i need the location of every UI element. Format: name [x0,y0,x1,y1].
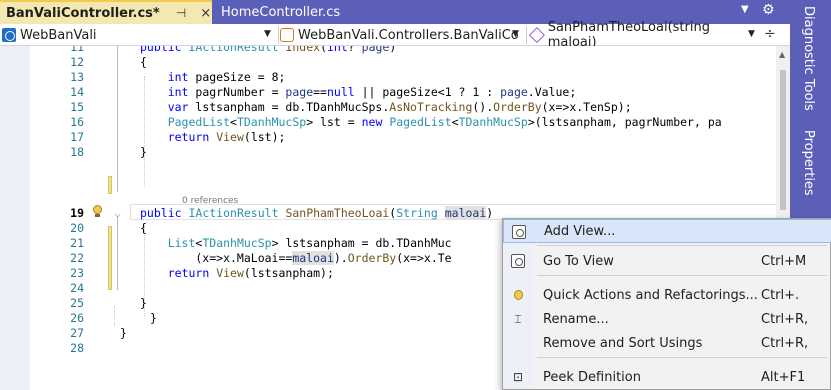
menu-item-peek-definition[interactable]: ⊡ Peek Definition Alt+F1 [503,365,831,389]
code-text: { [140,55,147,69]
code-line: 18 } [0,145,790,160]
menu-item-label: Add View... [544,223,616,239]
chevron-down-icon[interactable]: ▼ [512,29,519,39]
code-line: 13 int pageSize = 8; [0,70,790,85]
line-number: 23 [70,266,84,280]
tab-banvali-controller[interactable]: BanValiController.cs* ⊣ × [0,0,212,24]
code-text: } [140,296,147,310]
code-text: return View(lst); [167,130,286,144]
line-number: 11 [70,46,84,54]
code-text: { [140,221,147,235]
line-number: 22 [70,251,84,265]
scrollbar-thumb[interactable] [780,70,786,210]
line-number: 20 [70,221,84,235]
code-text: int pageSize = 8; [167,70,286,84]
change-indicator [108,176,112,194]
method-icon [529,27,545,43]
add-view-icon [511,224,527,240]
line-number: 27 [70,326,84,340]
code-text: List<TDanhMucSp> lstsanpham = db.TDanhMu… [167,236,452,250]
tab-diagnostic-tools[interactable]: Diagnostic Tools [801,6,816,111]
pin-icon[interactable]: ⊣ [176,6,186,20]
line-number: 13 [70,70,84,84]
code-text: (x=>x.MaLoai==maloai).OrderBy(x=>x.Te [140,251,452,265]
code-line: 16 PagedList<TDanhMucSp> lst = new Paged… [0,115,790,130]
line-number: 17 [70,130,84,144]
tab-title: HomeController.cs [221,4,341,20]
line-number: 15 [70,100,84,114]
split-window-icon[interactable]: ÷ [764,26,776,42]
menu-item-shortcut: Ctrl+R, [761,335,809,351]
view-icon [510,253,526,269]
code-line: 17 return View(lst); [0,130,790,145]
code-line: 14 int pagrNumber = page==null || pageSi… [0,85,790,100]
line-number: 25 [70,296,84,310]
menu-item-label: Quick Actions and Refactorings... [543,287,758,303]
code-text: public IActionResult SanPhamTheoLoai(Str… [140,206,494,220]
menu-item-shortcut: Alt+F1 [761,369,806,385]
menu-item-label: Rename... [543,311,609,327]
divider [526,26,527,44]
code-line: 12 { [0,55,790,70]
scroll-up-icon[interactable]: ▲ [779,50,785,59]
menu-separator [537,357,827,358]
menu-item-quick-actions[interactable]: Quick Actions and Refactorings... Ctrl+. [503,283,831,307]
menu-item-add-view[interactable]: Add View... [503,219,831,243]
line-number: 18 [70,145,84,159]
member-dropdown[interactable]: SanPhamTheoLoai(string maloai) ▼ [529,20,758,50]
code-text: return View(lstsanpham); [167,266,334,280]
menu-item-go-to-view[interactable]: Go To View Ctrl+M [503,249,831,273]
class-scope-name: WebBanVali.Controllers.BanValiCo [298,27,519,43]
divider [278,26,279,44]
code-line: 11 public IActionResult Index(int? page) [0,46,790,55]
menu-item-label: Peek Definition [543,369,641,385]
tab-properties[interactable]: Properties [801,130,816,196]
lightbulb-icon [510,287,526,303]
code-text: } [140,145,147,159]
line-number: 24 [70,281,84,295]
tab-title: BanValiController.cs* [6,5,160,21]
csharp-project-icon [2,28,16,42]
peek-icon: ⊡ [512,370,524,384]
menu-item-shortcut: Ctrl+. [761,287,800,303]
tab-list-dropdown-icon[interactable]: ▼ [741,4,749,15]
code-text: public IActionResult Index(int? page) [140,46,397,54]
line-number: 21 [70,236,84,250]
chevron-down-icon[interactable]: ▼ [264,29,271,39]
code-line: 15 var lstsanpham = db.TDanhMucSps.AsNoT… [0,100,790,115]
code-text: } [150,311,157,325]
line-number: 26 [70,311,84,325]
menu-item-label: Go To View [543,253,614,269]
class-icon [280,28,294,42]
close-icon[interactable]: × [200,6,211,21]
navigation-bar: WebBanVali ▼ WebBanVali.Controllers.BanV… [0,20,790,50]
project-name: WebBanVali [20,27,97,43]
menu-item-remove-sort-usings[interactable]: Remove and Sort Usings Ctrl+R, [503,331,831,355]
code-text: } [120,326,127,340]
gear-icon[interactable]: ⚙ [762,2,775,18]
menu-item-rename[interactable]: ⌶ Rename... Ctrl+R, [503,307,831,331]
menu-separator [537,275,827,276]
line-number: 12 [70,55,84,69]
menu-item-shortcut: Ctrl+M [761,253,807,269]
line-number: 14 [70,85,84,99]
chevron-down-icon[interactable]: ▼ [748,29,755,39]
code-text: var lstsanpham = db.TDanhMucSps.AsNoTrac… [167,100,632,114]
rename-icon: ⌶ [514,311,522,326]
line-number: 16 [70,115,84,129]
menu-item-shortcut: Ctrl+R, [761,311,809,327]
context-menu: Add View... Go To View Ctrl+M Quick Acti… [502,218,831,390]
menu-separator [537,245,827,246]
line-number: 28 [70,341,84,355]
class-dropdown[interactable]: WebBanVali.Controllers.BanValiCo ▼ [280,25,522,45]
code-text: int pagrNumber = page==null || pageSize<… [167,85,577,99]
project-dropdown[interactable]: WebBanVali ▼ [2,25,276,45]
line-number: 19 [70,206,84,220]
menu-item-label: Remove and Sort Usings [543,335,703,351]
code-text: PagedList<TDanhMucSp> lst = new PagedLis… [167,115,722,129]
tab-home-controller[interactable]: HomeController.cs [213,0,348,24]
